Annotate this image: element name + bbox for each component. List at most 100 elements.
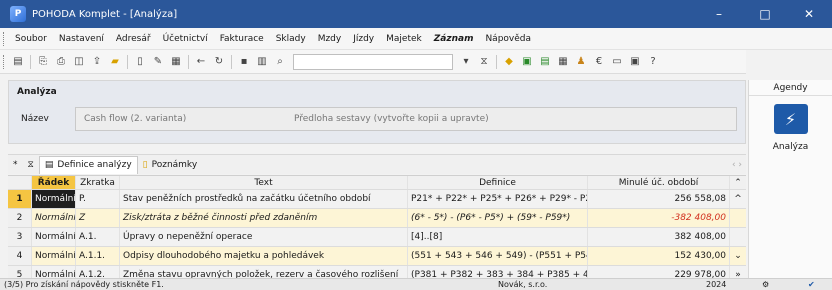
col-radek[interactable]: Řádek [32,176,76,189]
search-combo[interactable] [293,53,453,70]
section-title: Analýza [17,87,57,97]
cell-zkratka[interactable]: A.1.1. [76,247,120,265]
folder-icon[interactable]: ▰ [107,54,123,70]
window-title: POHODA Komplet - [Analýza] [32,8,178,20]
back-icon[interactable]: ← [193,54,209,70]
print-icon[interactable]: ⎙ [53,54,69,70]
cell-zkratka[interactable]: P. [76,190,120,208]
status-year[interactable]: 2024 [706,280,726,289]
menu-fakturace[interactable]: Fakturace [214,34,270,44]
star-tab[interactable]: * [8,156,23,174]
find-icon[interactable]: ⌕ [272,54,288,70]
cell-minule[interactable]: -382 408,00 [588,209,730,227]
menu-bar: Soubor Nastavení Adresář Účetnictví Fakt… [0,28,832,50]
table-header: Řádek Zkratka Text Definice Minulé úč. o… [8,176,746,190]
menu-majetek[interactable]: Majetek [380,34,428,44]
sheet-icon[interactable]: ▤ [537,54,553,70]
table-row[interactable]: 4 Normální A.1.1. Odpisy dlouhodobého ma… [8,247,746,266]
tile-icon[interactable]: ▣ [627,54,643,70]
menu-mzdy[interactable]: Mzdy [312,34,348,44]
menu-jizdy[interactable]: Jízdy [347,34,380,44]
analysis-header-panel: Analýza Název Cash flow (2. varianta) Př… [8,80,746,144]
cell-zkratka[interactable]: Z [76,209,120,227]
save-icon[interactable]: ▪ [236,54,252,70]
menu-ucetnictvi[interactable]: Účetnictví [157,34,214,44]
copy-icon[interactable]: ⎘ [35,54,51,70]
filter-tab-icon[interactable]: ⧖ [23,156,39,174]
bookmark-icon[interactable]: ◆ [501,54,517,70]
cell-minule[interactable]: 382 408,00 [588,228,730,246]
cell-text[interactable]: Zisk/ztráta z běžné činnosti před zdaněn… [120,209,408,227]
menu-zaznam[interactable]: Záznam [428,34,480,44]
analysis-agenda-icon[interactable]: ⚡ [773,104,808,134]
scroll-top-icon[interactable]: ⌃ [730,176,746,189]
cell-minule[interactable]: 152 430,00 [588,247,730,265]
app-window: P POHODA Komplet - [Analýza] – □ ✕ Soubo… [0,0,832,290]
tab-definice[interactable]: ▤ Definice analýzy [38,155,138,174]
cell-definice[interactable]: P21* + P22* + P25* + P26* + P29* - P252 … [408,190,588,208]
refresh-icon[interactable]: ↻ [211,54,227,70]
menu-napoveda[interactable]: Nápověda [479,34,537,44]
help-icon[interactable]: ? [645,54,661,70]
cell-zkratka[interactable]: A.1. [76,228,120,246]
export-icon[interactable]: ⇪ [89,54,105,70]
row-number: 4 [8,247,32,265]
table-row[interactable]: 2 Normální Z Zisk/ztráta z běžné činnost… [8,209,746,228]
iban-icon[interactable]: € [591,54,607,70]
menu-sklady[interactable]: Sklady [270,34,312,44]
agenda-label[interactable]: Analýza [749,142,832,152]
name-label: Název [21,114,49,124]
col-definice[interactable]: Definice [408,176,588,189]
toolbar-separator [127,54,128,69]
new-record-icon[interactable]: ▯ [132,54,148,70]
cell-text[interactable]: Stav peněžních prostředků na začátku úče… [120,190,408,208]
name-field[interactable]: Cash flow (2. varianta) Předloha sestavy… [75,107,737,131]
cell-text[interactable]: Úpravy o nepeněžní operace [120,228,408,246]
status-company: Novák, s.r.o. [498,280,548,289]
cell-radek[interactable]: Normální [32,209,76,227]
cell-definice[interactable]: (551 + 543 + 546 + 549) - (P551 + P543 +… [408,247,588,265]
cell-text[interactable]: Odpisy dlouhodobého majetku a pohledávek [120,247,408,265]
scrollbar-track[interactable] [730,228,746,246]
col-zkratka[interactable]: Zkratka [76,176,120,189]
report-icon[interactable]: ▦ [555,54,571,70]
cell-minule[interactable]: 256 558,08 [588,190,730,208]
cell-radek[interactable]: Normální [32,190,76,208]
open-icon[interactable]: ▤ [10,54,26,70]
table-icon[interactable]: ▥ [254,54,270,70]
dropdown-icon[interactable]: ▾ [458,54,474,70]
status-hint: (3/5) Pro získání nápovědy stiskněte F1. [4,280,164,289]
tab-poznamky[interactable]: ▯ Poznámky [138,156,203,174]
col-text[interactable]: Text [120,176,408,189]
note-icon: ▯ [142,159,148,170]
pohoda-icon: P [10,6,26,22]
preview-icon[interactable]: ◫ [71,54,87,70]
filter-icon[interactable]: ⧖ [476,54,492,70]
table-row[interactable]: 1 Normální P. Stav peněžních prostředků … [8,190,746,209]
cell-radek[interactable]: Normální [32,228,76,246]
table-row[interactable]: 3 Normální A.1. Úpravy o nepeněžní opera… [8,228,746,247]
minimize-button[interactable]: – [696,0,742,28]
edit-icon[interactable]: ✎ [150,54,166,70]
menu-soubor[interactable]: Soubor [9,34,53,44]
scroll-up-icon[interactable]: ^ [730,190,746,208]
window-icon[interactable]: ▭ [609,54,625,70]
close-button[interactable]: ✕ [786,0,832,28]
cell-definice[interactable]: (6* - 5*) - (P6* - P5*) + (59* - P59*) [408,209,588,227]
scroll-down-icon[interactable]: ⌄ [730,247,746,265]
maximize-button[interactable]: □ [742,0,788,28]
cell-radek[interactable]: Normální [32,247,76,265]
settings-icon[interactable]: ⚙ [762,280,769,289]
col-minule[interactable]: Minulé úč. období [588,176,730,189]
menu-nastaveni[interactable]: Nastavení [53,34,110,44]
row-number: 2 [8,209,32,227]
menu-adresar[interactable]: Adresář [110,34,157,44]
tab-strip: * ⧖ ▤ Definice analýzy ▯ Poznámky ‹ › [8,154,746,174]
cell-definice[interactable]: [4]..[8] [408,228,588,246]
users-icon[interactable]: ♟ [573,54,589,70]
check-icon[interactable]: ✔ [808,280,815,289]
tab-nav-arrows[interactable]: ‹ › [732,160,742,170]
document-icon[interactable]: ▣ [519,54,535,70]
delete-icon[interactable]: ▦ [168,54,184,70]
scrollbar-track[interactable] [730,209,746,227]
